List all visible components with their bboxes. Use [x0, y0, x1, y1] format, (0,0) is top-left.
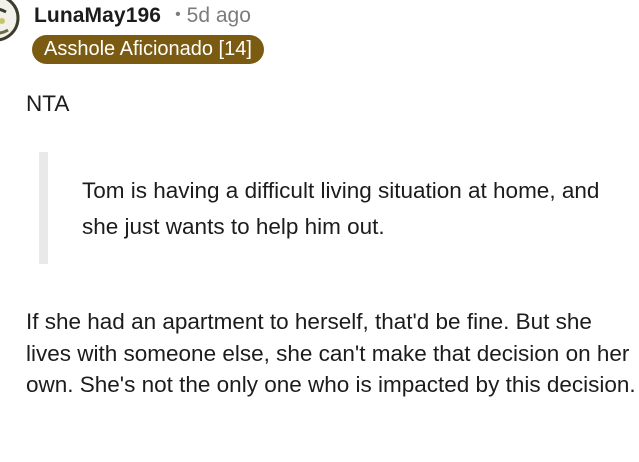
comment-header: LunaMay196 • 5d ago: [34, 2, 251, 30]
meta-separator: •: [175, 6, 181, 23]
verdict-text: NTA: [26, 91, 70, 116]
blockquote-text: Tom is having a difficult living situati…: [82, 178, 600, 239]
comment-paragraph: If she had an apartment to herself, that…: [26, 309, 636, 397]
user-avatar-icon[interactable]: [0, 0, 20, 46]
blockquote-bar: [39, 152, 48, 264]
comment-body: NTA: [26, 88, 636, 120]
blockquote: Tom is having a difficult living situati…: [39, 152, 619, 264]
timestamp[interactable]: 5d ago: [187, 4, 251, 28]
username-link[interactable]: LunaMay196: [34, 4, 161, 28]
user-flair-badge: Asshole Aficionado [14]: [32, 35, 264, 64]
